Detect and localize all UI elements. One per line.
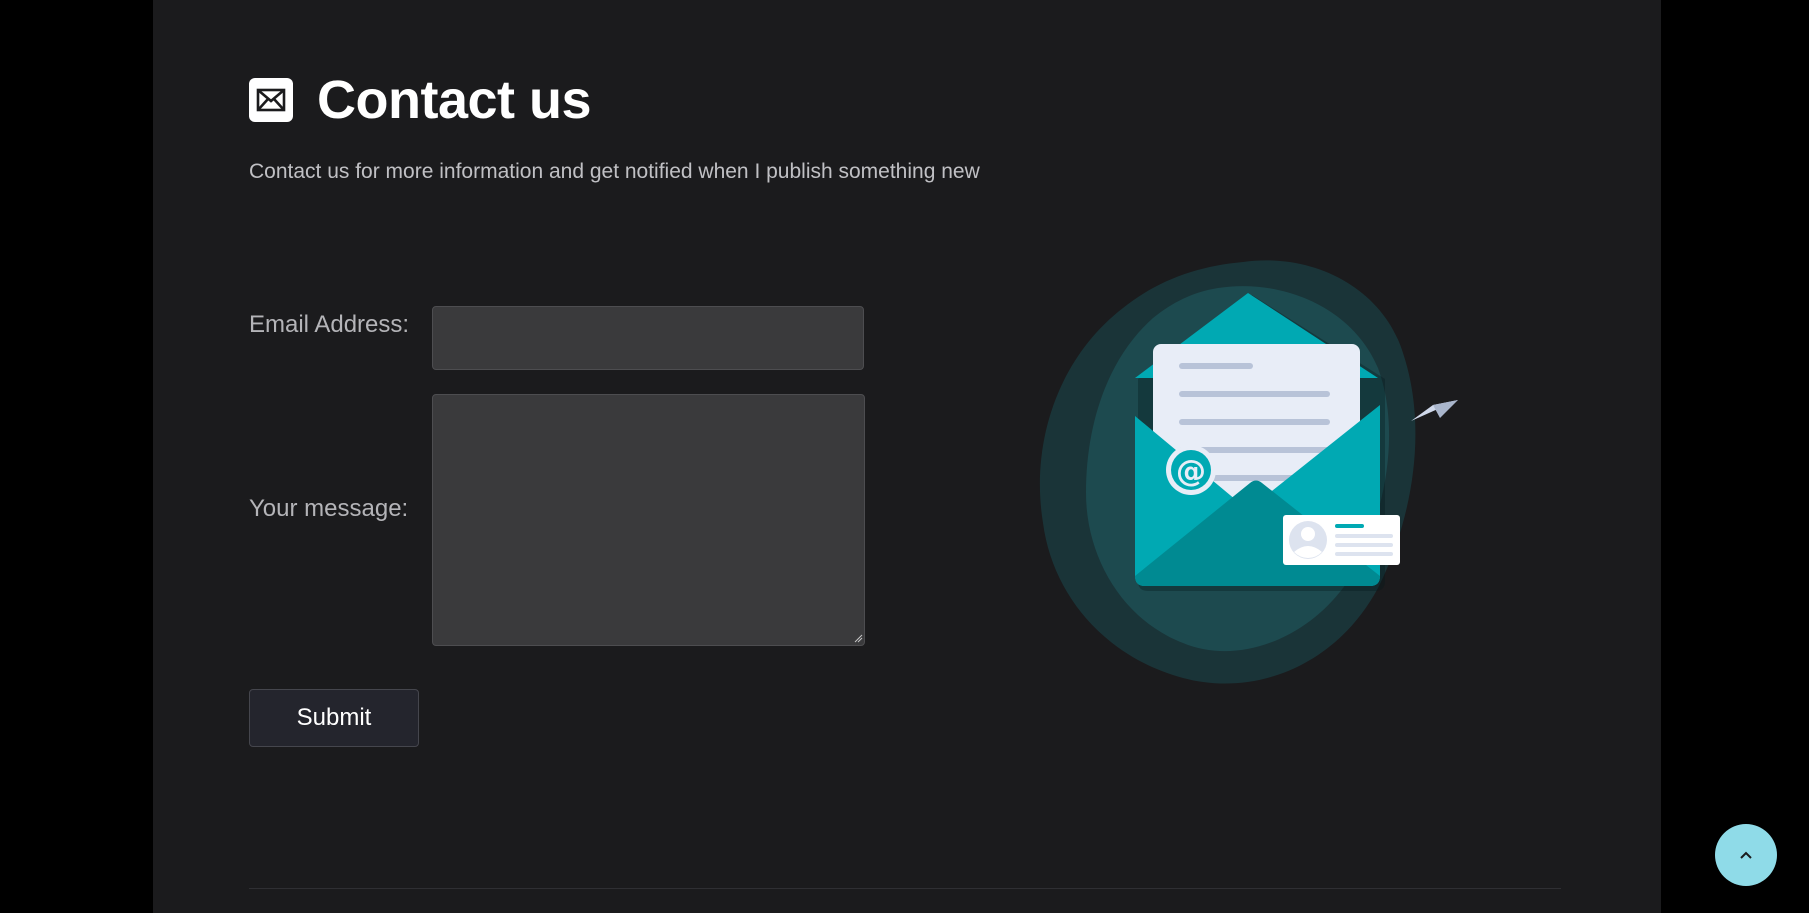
email-label: Email Address:: [249, 311, 410, 338]
page-subtitle: Contact us for more information and get …: [249, 160, 980, 183]
chevron-up-icon: [1740, 851, 1752, 859]
open-envelope-illustration: @: [1039, 260, 1458, 684]
resize-grip-icon[interactable]: [853, 633, 863, 643]
scroll-to-top-button[interactable]: [1715, 824, 1777, 886]
envelope-icon: [249, 78, 293, 122]
at-symbol: @: [1176, 454, 1206, 489]
paper-plane-icon: [1411, 400, 1458, 421]
footer-divider: [249, 888, 1561, 889]
contact-section: Contact us Contact us for more informati…: [153, 0, 1661, 913]
page-title: Contact us: [317, 70, 592, 130]
page-heading: Contact us: [249, 68, 592, 132]
email-field[interactable]: [432, 306, 864, 370]
message-textarea[interactable]: [432, 394, 865, 646]
submit-button[interactable]: Submit: [249, 689, 419, 747]
message-label: Your message:: [249, 495, 409, 522]
